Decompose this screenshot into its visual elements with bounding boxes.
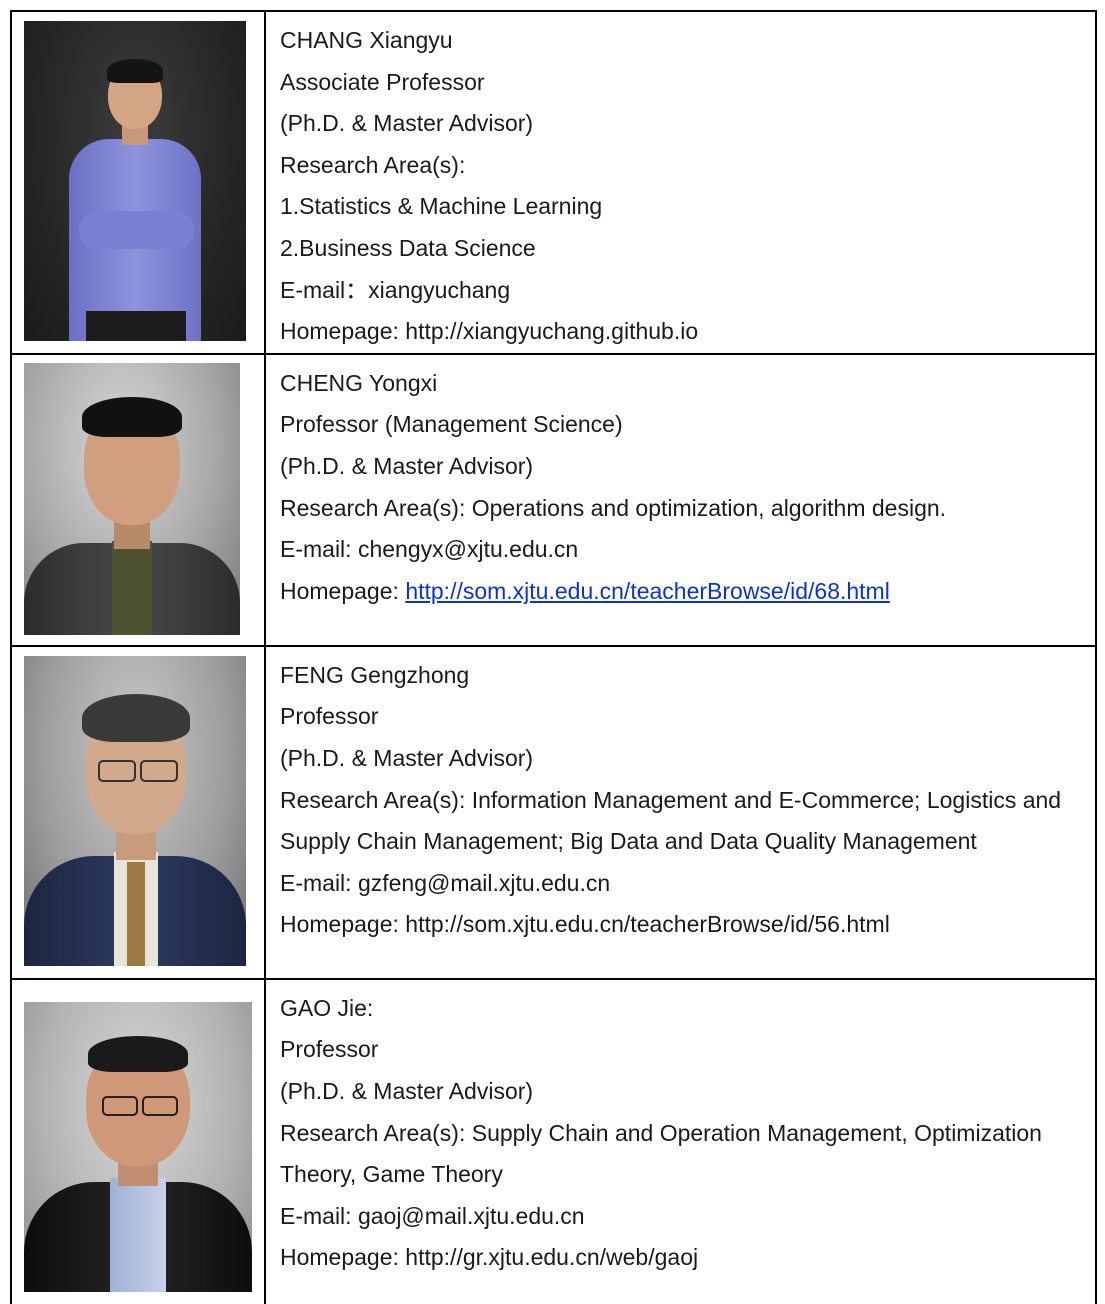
faculty-email: E-mail: chengyx@xjtu.edu.cn — [280, 536, 579, 563]
photo-cell — [10, 352, 266, 647]
faculty-row: CHANG Xiangyu Associate Professor (Ph.D.… — [10, 10, 1097, 355]
faculty-row: CHENG Yongxi Professor (Management Scien… — [10, 352, 1097, 647]
homepage-link[interactable]: http://som.xjtu.edu.cn/teacherBrowse/id/… — [405, 578, 890, 604]
faculty-homepage: Homepage: http://gr.xjtu.edu.cn/web/gaoj — [280, 1244, 699, 1271]
faculty-row: GAO Jie: Professor (Ph.D. & Master Advis… — [10, 977, 1097, 1304]
faculty-email: E-mail: gaoj@mail.xjtu.edu.cn — [280, 1202, 585, 1229]
portrait-photo — [24, 21, 246, 341]
faculty-name: GAO Jie: — [280, 994, 374, 1021]
homepage-label: Homepage: — [280, 577, 406, 604]
portrait-photo — [24, 655, 246, 966]
photo-cell — [10, 644, 266, 980]
photo-cell — [10, 977, 266, 1304]
portrait-photo — [24, 362, 240, 635]
faculty-homepage: Homepage: http://xiangyuchang.github.io — [280, 318, 699, 345]
faculty-email: E-mail：xiangyuchang — [280, 276, 511, 303]
info-cell: CHENG Yongxi Professor (Management Scien… — [264, 352, 1097, 647]
faculty-title: Associate Professor — [280, 68, 485, 95]
research-area-item: 2.Business Data Science — [280, 234, 536, 261]
research-area-item: 1.Statistics & Machine Learning — [280, 193, 603, 220]
faculty-title: Professor (Management Science) — [280, 411, 623, 438]
faculty-title: Professor — [280, 703, 379, 730]
faculty-advisor: (Ph.D. & Master Advisor) — [280, 1077, 534, 1104]
research-area: Research Area(s): Operations and optimiz… — [280, 494, 947, 521]
info-cell: FENG Gengzhong Professor (Ph.D. & Master… — [264, 644, 1097, 980]
faculty-advisor: (Ph.D. & Master Advisor) — [280, 452, 534, 479]
research-area: Research Area(s): Information Management… — [280, 786, 1062, 855]
faculty-title: Professor — [280, 1036, 379, 1063]
research-area-heading: Research Area(s): — [280, 151, 466, 178]
info-cell: GAO Jie: Professor (Ph.D. & Master Advis… — [264, 977, 1097, 1304]
research-area: Research Area(s): Supply Chain and Opera… — [280, 1119, 1042, 1188]
faculty-advisor: (Ph.D. & Master Advisor) — [280, 110, 534, 137]
portrait-photo — [24, 1001, 252, 1292]
faculty-row: FENG Gengzhong Professor (Ph.D. & Master… — [10, 644, 1097, 980]
faculty-email: E-mail: gzfeng@mail.xjtu.edu.cn — [280, 869, 611, 896]
info-cell: CHANG Xiangyu Associate Professor (Ph.D.… — [264, 10, 1097, 355]
faculty-table: CHANG Xiangyu Associate Professor (Ph.D.… — [10, 10, 1097, 1304]
photo-cell — [10, 10, 266, 355]
faculty-advisor: (Ph.D. & Master Advisor) — [280, 744, 534, 771]
faculty-name: CHANG Xiangyu — [280, 27, 453, 53]
faculty-homepage: Homepage: http://som.xjtu.edu.cn/teacher… — [280, 571, 1095, 613]
faculty-homepage: Homepage: http://som.xjtu.edu.cn/teacher… — [280, 911, 890, 938]
faculty-name: CHENG Yongxi — [280, 369, 438, 396]
faculty-name: FENG Gengzhong — [280, 661, 470, 688]
